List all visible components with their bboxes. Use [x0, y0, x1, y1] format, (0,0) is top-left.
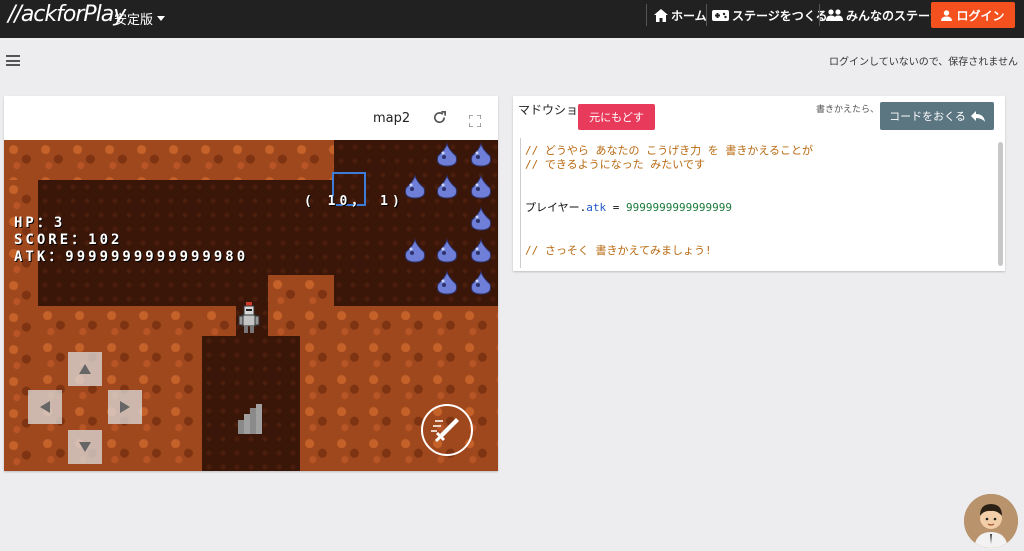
atk-display: ATK：9999999999999980 [14, 249, 249, 265]
people-icon [826, 9, 843, 21]
arrow-down-icon [79, 442, 91, 452]
chevron-down-icon[interactable] [157, 16, 165, 21]
slime-enemy [436, 270, 458, 295]
game-canvas[interactable]: ( 10， 1) HP：3 SCORE：102 ATK：999999999999… [4, 140, 498, 471]
nav-all-stages-label: みんなのステージ [846, 8, 942, 23]
slime-enemy [470, 174, 492, 199]
wall-tiles [268, 275, 334, 306]
code-assignment-line: プレイヤー.atk = 9999999999999999 [525, 199, 732, 215]
coordinate-readout: ( 10， 1) [304, 194, 404, 209]
code-panel: マドウショ 元にもどす 書きかえたら、 コードをおくる // どうやら あなたの… [513, 96, 1005, 271]
logo[interactable]: //ackforPlay [8, 2, 126, 27]
nav-create-stage-label: ステージをつくる [732, 8, 828, 23]
slime-enemy [404, 174, 426, 199]
login-button[interactable]: ログイン [931, 2, 1015, 28]
code-editor[interactable]: // どうやら あなたの こうげき力 を 書きかえることが // できるようにな… [520, 138, 998, 268]
avatar[interactable] [964, 494, 1018, 548]
slime-enemy [470, 206, 492, 231]
nav-all-stages[interactable]: みんなのステージ [826, 0, 942, 30]
code-operator: = [606, 201, 627, 214]
wall-tiles [4, 140, 334, 180]
player-knight [238, 302, 260, 333]
reply-icon [970, 110, 985, 122]
top-bar: //ackforPlay 安定版 ホーム ステージをつくる みんなのステージ ロ… [0, 0, 1024, 38]
revert-button[interactable]: 元にもどす [578, 104, 655, 130]
stairs-icon [238, 404, 262, 434]
home-icon [654, 8, 668, 22]
code-comment-line: // できるようになった みたいです [525, 158, 705, 171]
nav-create-stage[interactable]: ステージをつくる [712, 0, 828, 30]
slime-enemy [404, 238, 426, 263]
arrow-right-icon [120, 401, 130, 413]
code-property: atk [586, 201, 607, 214]
spellbook-title: マドウショ [518, 103, 579, 117]
nav-home[interactable]: ホーム [654, 0, 707, 30]
game-panel: map2 ( 10， 1) HP：3 SCORE：102 ATK：9999999… [4, 96, 498, 471]
slime-enemy [470, 270, 492, 295]
user-icon [941, 9, 953, 21]
dpad-right-button[interactable] [108, 390, 142, 424]
code-comment-line: // さっそく 書きかえてみましょう! [525, 244, 712, 257]
slime-enemy [470, 238, 492, 263]
reload-icon[interactable] [432, 110, 447, 129]
nav-home-label: ホーム [671, 8, 707, 23]
send-code-label: コードをおくる [889, 110, 966, 123]
dpad-left-button[interactable] [28, 390, 62, 424]
attack-button[interactable] [421, 404, 473, 456]
send-code-button[interactable]: コードをおくる [880, 102, 994, 130]
nav-divider [646, 4, 647, 26]
nav-divider [706, 4, 707, 26]
gamepad-icon [712, 9, 729, 21]
dpad-down-button[interactable] [68, 430, 102, 464]
dpad-up-button[interactable] [68, 352, 102, 386]
editor-scrollbar[interactable] [998, 142, 1003, 266]
code-number: 9999999999999999 [626, 201, 733, 214]
login-label: ログイン [956, 8, 1005, 23]
edition-selector[interactable]: 安定版 [114, 9, 153, 28]
code-object: プレイヤー [525, 201, 580, 214]
wall-tiles [202, 306, 236, 336]
fullscreen-icon[interactable] [468, 112, 482, 131]
menu-icon[interactable] [6, 55, 20, 66]
slime-enemy [470, 142, 492, 167]
sword-icon [431, 418, 459, 443]
map-name: map2 [373, 111, 411, 126]
slime-enemy [436, 174, 458, 199]
wall-tiles [38, 306, 202, 471]
wall-tiles [268, 306, 300, 336]
save-notice: ログインしていないので、保存されません [829, 57, 1018, 68]
rewrite-hint: 書きかえたら、 [816, 105, 880, 115]
slime-enemy [436, 238, 458, 263]
nav-divider [819, 4, 820, 26]
slime-enemy [436, 142, 458, 167]
arrow-left-icon [40, 401, 50, 413]
arrow-up-icon [79, 364, 91, 374]
